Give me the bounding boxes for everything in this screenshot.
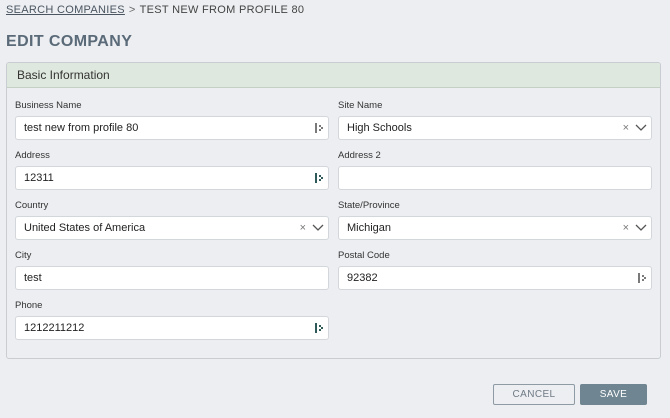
state-label: State/Province (338, 200, 400, 211)
clear-icon[interactable]: × (623, 222, 629, 234)
panel-title: Basic Information (17, 68, 110, 82)
postal-code-label: Postal Code (338, 250, 390, 261)
country-controls: × (300, 222, 324, 234)
address-label: Address (15, 150, 50, 161)
state-select[interactable]: Michigan × (338, 216, 652, 240)
phone-input[interactable]: 1212211212 (15, 316, 329, 340)
chevron-down-icon[interactable] (635, 224, 647, 232)
password-manager-icon[interactable] (314, 123, 324, 133)
state-field: State/Province Michigan × (338, 200, 652, 240)
breadcrumb-separator: > (128, 4, 136, 16)
postal-code-field: Postal Code 92382 (338, 250, 652, 290)
country-select[interactable]: United States of America × (15, 216, 329, 240)
address-input[interactable]: 12311 (15, 166, 329, 190)
country-value: United States of America (24, 222, 146, 234)
cancel-button[interactable]: CANCEL (493, 384, 575, 405)
phone-field: Phone 1212211212 (15, 300, 329, 340)
phone-label: Phone (15, 300, 43, 311)
site-name-value: High Schools (347, 122, 412, 134)
basic-information-panel: Basic Information Business Name test new… (6, 62, 661, 359)
password-manager-icon[interactable] (314, 173, 324, 183)
state-value: Michigan (347, 222, 392, 234)
phone-value: 1212211212 (24, 322, 85, 334)
panel-header: Basic Information (7, 63, 660, 88)
chevron-down-icon[interactable] (312, 224, 324, 232)
address2-field: Address 2 (338, 150, 652, 190)
postal-code-value: 92382 (347, 272, 378, 284)
site-name-field: Site Name High Schools × (338, 100, 652, 140)
postal-code-input[interactable]: 92382 (338, 266, 652, 290)
city-label: City (15, 250, 32, 261)
address2-input[interactable] (338, 166, 652, 190)
business-name-field: Business Name test new from profile 80 (15, 100, 329, 140)
password-manager-icon[interactable] (314, 323, 324, 333)
site-name-select[interactable]: High Schools × (338, 116, 652, 140)
country-label: Country (15, 200, 49, 211)
city-input[interactable]: test (15, 266, 329, 290)
business-name-value: test new from profile 80 (24, 122, 139, 134)
breadcrumb-current: TEST NEW FROM PROFILE 80 (139, 4, 305, 16)
city-value: test (24, 272, 42, 284)
city-field: City test (15, 250, 329, 290)
save-button[interactable]: SAVE (580, 384, 647, 405)
address2-label: Address 2 (338, 150, 381, 161)
breadcrumb-search-companies-link[interactable]: SEARCH COMPANIES (6, 4, 125, 16)
address-value: 12311 (24, 172, 54, 184)
breadcrumb: SEARCH COMPANIES > TEST NEW FROM PROFILE… (6, 4, 304, 16)
site-name-controls: × (623, 122, 647, 134)
clear-icon[interactable]: × (623, 122, 629, 134)
business-name-input[interactable]: test new from profile 80 (15, 116, 329, 140)
password-manager-icon[interactable] (637, 273, 647, 283)
page-title: EDIT COMPANY (6, 33, 133, 50)
state-controls: × (623, 222, 647, 234)
chevron-down-icon[interactable] (635, 124, 647, 132)
site-name-label: Site Name (338, 100, 383, 111)
address-field: Address 12311 (15, 150, 329, 190)
business-name-label: Business Name (15, 100, 82, 111)
clear-icon[interactable]: × (300, 222, 306, 234)
country-field: Country United States of America × (15, 200, 329, 240)
